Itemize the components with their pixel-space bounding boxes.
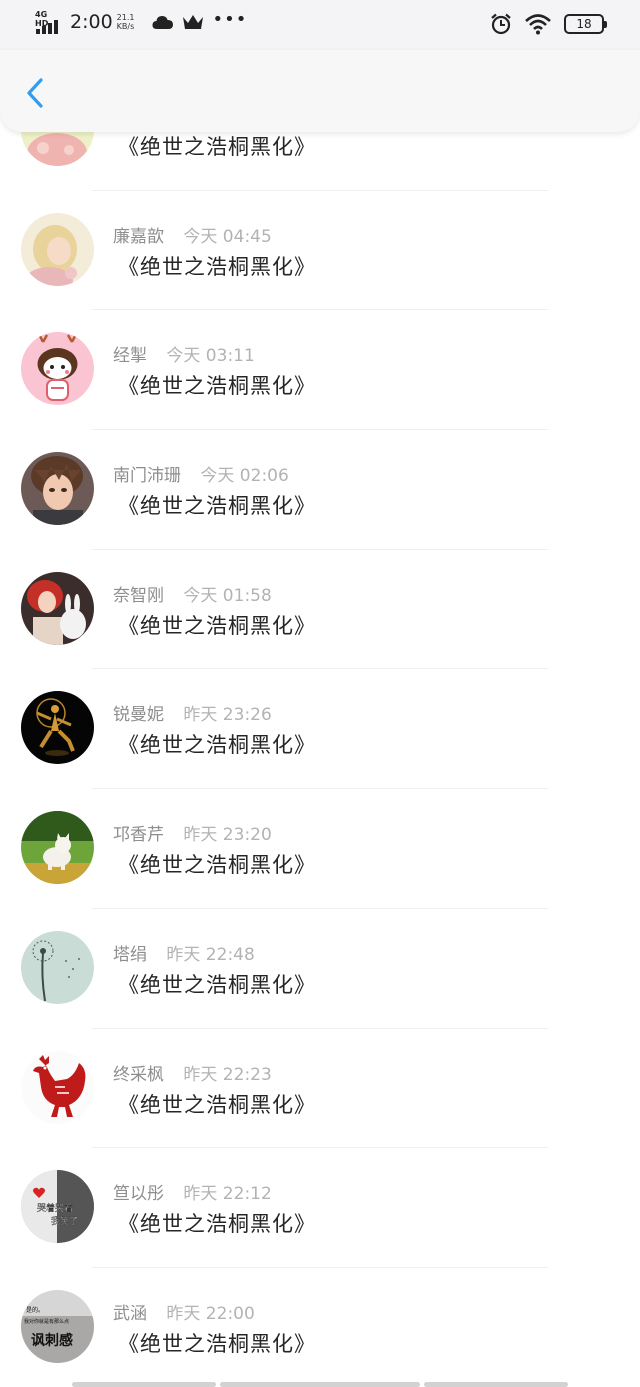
username[interactable]: 锐曼妮 (113, 705, 164, 725)
comment-text: 《绝世之浩桐黑化》 (118, 254, 316, 279)
chevron-left-icon (27, 78, 43, 108)
comment-meta: 笪以彤 昨天 22:12 (113, 1179, 272, 1204)
network-speed: 21.1 KB/s (117, 13, 135, 31)
more-notifications-icon: ••• (212, 8, 248, 30)
status-bar: 4G HD 2:00 21.1 KB/s ••• 18 (0, 0, 640, 50)
timestamp: 今天 01:58 (183, 585, 272, 606)
username[interactable]: 塔绢 (113, 945, 147, 965)
dandelion-avatar-image (21, 930, 94, 1004)
comment-meta: 南门沛珊 今天 02:06 (113, 461, 289, 486)
username[interactable]: 笪以彤 (113, 1184, 164, 1204)
comment-meta: 奈智刚 今天 01:58 (113, 581, 272, 606)
timestamp: 昨天 23:26 (183, 705, 272, 726)
username[interactable]: 奈智刚 (113, 586, 164, 606)
avatar[interactable] (21, 811, 94, 885)
comment-item[interactable]: 南门沛珊 今天 02:06 《绝世之浩桐黑化》 (0, 430, 640, 550)
username[interactable]: 经掣 (113, 346, 147, 366)
comment-meta: 邛香芹 昨天 23:20 (113, 820, 272, 845)
comment-meta: 武涵 昨天 22:00 (113, 1299, 255, 1324)
avatar[interactable]: 是的。 我对你就是有那么点 讽刺感 (21, 1289, 94, 1363)
comment-item[interactable]: 塔绢 昨天 22:48 《绝世之浩桐黑化》 (0, 909, 640, 1029)
cartoon-deer-avatar-image (21, 332, 94, 406)
comment-text: 《绝世之浩桐黑化》 (118, 972, 316, 997)
status-time: 2:00 (70, 11, 113, 33)
avatar[interactable] (21, 332, 94, 406)
timestamp: 昨天 22:48 (166, 944, 255, 965)
comment-item[interactable]: 奈智刚 今天 01:58 《绝世之浩桐黑化》 (0, 550, 640, 670)
gesture-bar-right (424, 1382, 568, 1387)
alarm-icon (491, 13, 511, 35)
username[interactable]: 南门沛珊 (113, 466, 181, 486)
comment-item[interactable]: 锐曼妮 昨天 23:26 《绝世之浩桐黑化》 (0, 669, 640, 789)
speed-value: 21.1 (116, 13, 135, 22)
username[interactable]: 武涵 (113, 1304, 147, 1324)
timestamp: 今天 03:11 (166, 346, 255, 367)
back-button[interactable] (18, 76, 52, 110)
gesture-bar-left (72, 1382, 216, 1387)
comment-item[interactable]: 廉嘉歆 今天 04:45 《绝世之浩桐黑化》 (0, 191, 640, 311)
comment-meta: 塔绢 昨天 22:48 (113, 940, 255, 965)
top-nav-bar (0, 50, 640, 132)
cloud-icon (152, 16, 174, 29)
golden-dancer-avatar-image (21, 691, 94, 765)
wifi-icon (525, 14, 551, 35)
battery-icon: 18 (564, 14, 607, 34)
comment-text: 《绝世之浩桐黑化》 (118, 494, 316, 519)
avatar[interactable] (21, 930, 94, 1004)
comment-item[interactable]: 终采枫 昨天 22:23 《绝世之浩桐黑化》 (0, 1029, 640, 1149)
avatar[interactable] (21, 571, 94, 645)
comment-meta: 终采枫 昨天 22:23 (113, 1060, 272, 1085)
anime-boy-avatar-image (21, 452, 94, 526)
comment-text: 《绝世之浩桐黑化》 (118, 733, 316, 758)
comment-item[interactable]: 是的。 我对你就是有那么点 讽刺感 武涵 昨天 22:00 《绝世之浩桐黑化》 (0, 1268, 640, 1387)
red-rooster-avatar-image (21, 1050, 94, 1124)
white-kitten-avatar-image (21, 811, 94, 885)
gesture-bar-center[interactable] (220, 1382, 420, 1387)
username[interactable]: 廉嘉歆 (113, 227, 164, 247)
avatar[interactable] (21, 212, 94, 286)
meme-line-1: 哭着哭着 (37, 1202, 73, 1214)
girl-with-rabbit-avatar-image (21, 571, 94, 645)
comment-text: 《绝世之浩桐黑化》 (118, 1212, 316, 1237)
comment-text: 《绝世之浩桐黑化》 (118, 613, 316, 638)
meme-line-2: 我笑了 (51, 1215, 78, 1227)
comment-text: 《绝世之浩桐黑化》 (118, 1331, 316, 1356)
timestamp: 昨天 22:00 (166, 1303, 255, 1324)
timestamp: 今天 02:06 (200, 466, 289, 487)
speed-unit: KB/s (116, 22, 135, 31)
timestamp: 今天 04:45 (183, 226, 272, 247)
avatar[interactable] (21, 452, 94, 526)
comment-item[interactable]: 经掣 今天 03:11 《绝世之浩桐黑化》 (0, 310, 640, 430)
crown-icon (183, 15, 204, 29)
comment-meta: 廉嘉歆 今天 04:45 (113, 222, 272, 247)
blonde-girl-avatar-image (21, 212, 94, 286)
timestamp: 昨天 23:20 (183, 825, 272, 846)
timestamp: 昨天 22:12 (183, 1184, 272, 1205)
battery-level: 18 (576, 17, 592, 31)
comment-item[interactable]: 哭着哭着 我笑了 笪以彤 昨天 22:12 《绝世之浩桐黑化》 (0, 1148, 640, 1268)
cellular-signal-icon: 4G HD (34, 10, 62, 34)
sarcasm-text-avatar-image: 是的。 我对你就是有那么点 讽刺感 (21, 1289, 94, 1363)
timestamp: 昨天 22:23 (183, 1064, 272, 1085)
text-meme-avatar-image: 哭着哭着 我笑了 (21, 1170, 94, 1244)
avatar[interactable]: 哭着哭着 我笑了 (21, 1170, 94, 1244)
comment-list: 《绝世之浩桐黑化》 廉嘉歆 今天 04:45 《绝世之浩桐黑化》 经掣 今天 0… (0, 71, 640, 1387)
sarcasm-line-2: 我对你就是有那么点 (24, 1318, 69, 1325)
comment-text: 《绝世之浩桐黑化》 (118, 135, 316, 159)
comment-text: 《绝世之浩桐黑化》 (118, 374, 316, 399)
comment-text: 《绝世之浩桐黑化》 (118, 1092, 316, 1117)
username[interactable]: 邛香芹 (113, 825, 164, 845)
username[interactable]: 终采枫 (113, 1065, 164, 1085)
comment-item[interactable]: 邛香芹 昨天 23:20 《绝世之浩桐黑化》 (0, 789, 640, 909)
comment-meta: 经掣 今天 03:11 (113, 341, 255, 366)
avatar[interactable] (21, 691, 94, 765)
sarcasm-big-text: 讽刺感 (31, 1332, 73, 1349)
comment-meta: 锐曼妮 昨天 23:26 (113, 700, 272, 725)
comment-text: 《绝世之浩桐黑化》 (118, 853, 316, 878)
avatar[interactable] (21, 1050, 94, 1124)
sarcasm-line-1: 是的。 (26, 1306, 44, 1314)
